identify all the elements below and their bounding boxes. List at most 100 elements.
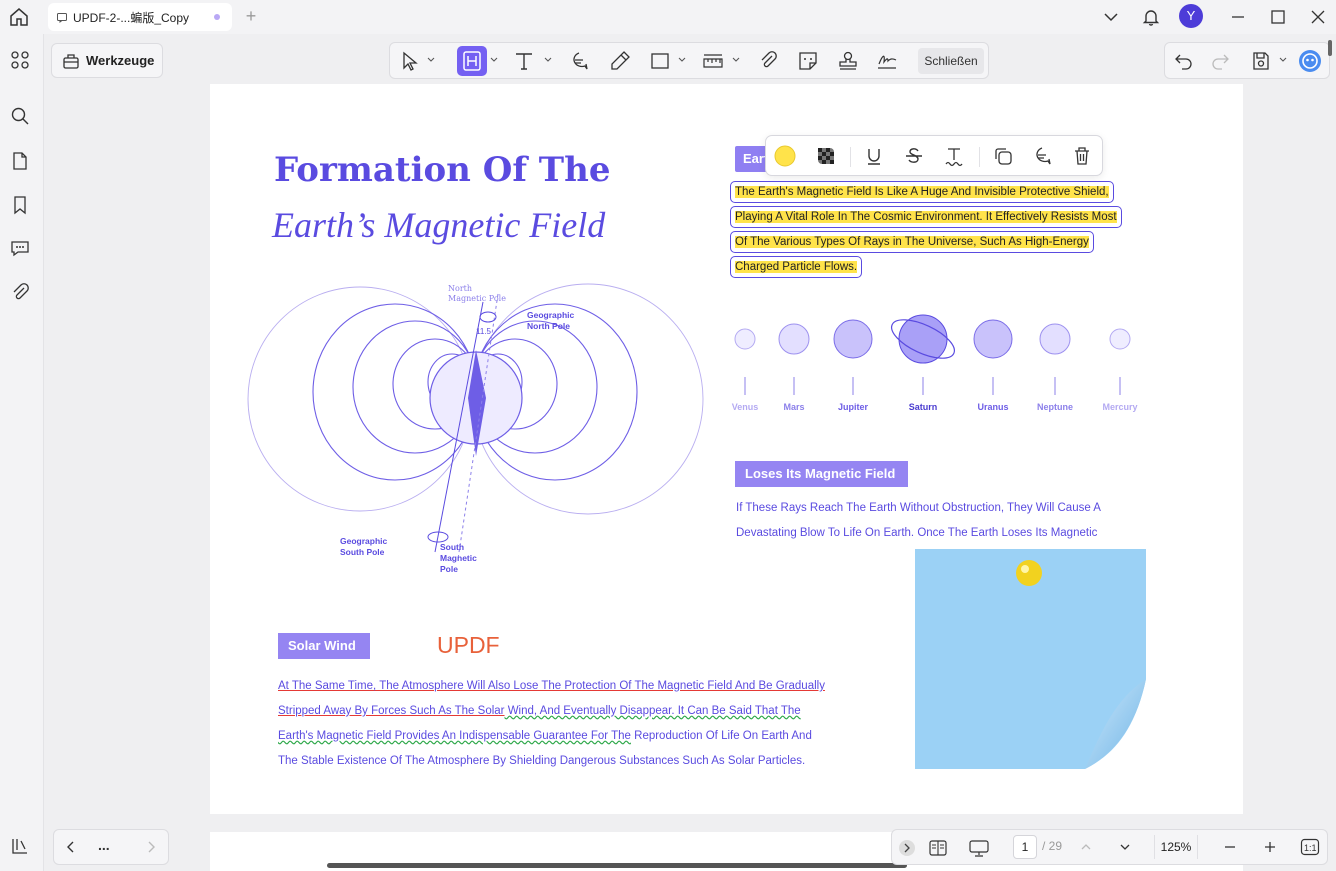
planet-label: Mars <box>783 402 804 412</box>
zoom-level[interactable]: 125% <box>1154 835 1198 859</box>
title-bar: UPDF-2-...蝙版_Copy + Y <box>0 0 1336 34</box>
tools-button[interactable]: Werkzeuge <box>51 43 163 78</box>
south-magnetic-label-2: Magnetic <box>440 553 477 563</box>
attachment-icon[interactable] <box>9 281 31 303</box>
geo-north-label-2: North Pole <box>527 321 570 331</box>
document-title-line-2: Earth’s Magnetic Field <box>272 205 606 245</box>
highlighter-icon <box>463 51 481 71</box>
underline-icon[interactable] <box>863 145 885 167</box>
comment-tool-icon[interactable] <box>567 49 591 73</box>
loses-text-line-2: Devastating Blow To Life On Earth. Once … <box>736 527 1098 539</box>
pencil-icon[interactable] <box>608 49 632 73</box>
stamp-icon[interactable] <box>836 49 860 73</box>
planet-label: Jupiter <box>838 402 869 412</box>
solar-text-line-4: The Stable Existence Of The Atmosphere B… <box>278 755 806 767</box>
search-icon[interactable] <box>9 105 31 127</box>
undo-icon[interactable] <box>1172 49 1196 73</box>
actual-size-icon[interactable]: 1:1 <box>1300 838 1320 856</box>
planet-label: Venus <box>732 402 759 412</box>
thumbnails-icon[interactable] <box>9 49 31 71</box>
annotation-toolbar: Schließen <box>389 42 989 79</box>
chevron-right-icon[interactable] <box>142 838 160 856</box>
page-down-icon[interactable] <box>1117 839 1133 855</box>
highlighted-line[interactable]: Of The Various Types Of Rays in The Univ… <box>730 231 1094 253</box>
bookmark-icon[interactable] <box>9 194 31 216</box>
geo-north-label-1: Geographic <box>527 310 575 320</box>
bell-icon[interactable] <box>1140 6 1162 28</box>
document-title-line-1: Formation Of The <box>274 150 611 190</box>
updf-stamp-text[interactable]: UPDF <box>437 632 500 659</box>
more-button[interactable]: ... <box>98 837 110 853</box>
text-tool-icon[interactable] <box>512 49 536 73</box>
unsaved-dot <box>214 14 220 20</box>
north-magnetic-label-1: North <box>448 284 472 293</box>
select-tool-icon[interactable] <box>398 49 422 73</box>
south-magnetic-label-3: Pole <box>440 564 458 574</box>
page-up-icon[interactable] <box>1078 839 1094 855</box>
highlighted-line[interactable]: Playing A Vital Role In The Cosmic Envir… <box>730 206 1122 228</box>
presentation-icon[interactable] <box>968 838 990 858</box>
save-icon[interactable] <box>1249 49 1273 73</box>
zoom-out-icon[interactable] <box>1222 839 1238 855</box>
planet-label: Neptune <box>1037 402 1073 412</box>
strikethrough-icon[interactable] <box>903 145 925 167</box>
toolbox-icon <box>63 53 79 69</box>
avatar[interactable]: Y <box>1179 4 1203 28</box>
total-pages: / 29 <box>1042 839 1063 853</box>
library-icon[interactable] <box>9 835 31 857</box>
chevron-down-icon[interactable] <box>1100 6 1122 28</box>
solar-text-line-1: At The Same Time, The Atmosphere Will Al… <box>278 680 825 692</box>
sticker-icon[interactable] <box>796 49 820 73</box>
close-tools-button[interactable]: Schließen <box>918 48 984 74</box>
page-layout-icon[interactable] <box>928 838 948 858</box>
delete-icon[interactable] <box>1071 145 1093 167</box>
current-page-input[interactable]: 1 <box>1013 835 1037 859</box>
opacity-icon[interactable] <box>815 145 837 167</box>
minimize-icon[interactable] <box>1227 6 1249 28</box>
chevron-down-icon[interactable] <box>678 57 686 63</box>
chevron-down-icon[interactable] <box>427 57 435 63</box>
loses-field-tag: Loses Its Magnetic Field <box>735 461 908 487</box>
comments-icon[interactable] <box>9 237 31 259</box>
pdf-page: Formation Of The Earth’s Magnetic Field … <box>210 84 1243 814</box>
loses-text-line-1: If These Rays Reach The Earth Without Ob… <box>736 502 1101 514</box>
shape-tool-icon[interactable] <box>648 49 672 73</box>
document-tab[interactable]: UPDF-2-...蝙版_Copy <box>48 3 232 31</box>
squiggly-icon[interactable] <box>943 145 965 167</box>
chevron-down-icon[interactable] <box>490 57 498 63</box>
geo-south-label-2: South Pole <box>340 547 385 557</box>
highlighted-text: The Earth's Magnetic Field Is Like A Hug… <box>735 186 1109 198</box>
chevron-left-icon[interactable] <box>62 838 80 856</box>
horizontal-scrollbar[interactable] <box>327 863 907 868</box>
redo-icon[interactable] <box>1208 49 1232 73</box>
chevron-down-icon[interactable] <box>1279 57 1287 63</box>
zoom-in-icon[interactable] <box>1262 839 1278 855</box>
north-magnetic-label-2: Magnetic Pole <box>448 294 506 303</box>
vertical-scrollbar[interactable] <box>1328 40 1332 56</box>
chevron-down-icon[interactable] <box>732 57 740 63</box>
highlighted-text: Charged Particle Flows. <box>735 261 858 273</box>
signature-icon[interactable] <box>875 49 899 73</box>
close-window-icon[interactable] <box>1307 6 1329 28</box>
highlighted-line[interactable]: Charged Particle Flows. <box>730 256 863 278</box>
sticky-note[interactable] <box>915 549 1147 771</box>
measure-tool-icon[interactable] <box>701 49 725 73</box>
new-tab-button[interactable]: + <box>242 6 260 26</box>
highlight-tool-button[interactable] <box>457 46 487 76</box>
ai-assistant-icon[interactable] <box>1298 49 1322 73</box>
solar-text-line-3: Earth's Magnetic Field Provides An Indis… <box>278 730 812 742</box>
maximize-icon[interactable] <box>1267 6 1289 28</box>
attachment-tool-icon[interactable] <box>756 49 780 73</box>
color-swatch-icon[interactable] <box>774 145 796 167</box>
home-icon[interactable] <box>8 6 30 28</box>
history-toolbar <box>1164 42 1330 79</box>
tools-label: Werkzeuge <box>86 53 155 68</box>
planets-illustration: Venus Mars Jupiter Saturn Uranus Neptune… <box>732 314 1138 412</box>
add-comment-icon[interactable] <box>1031 145 1053 167</box>
chevron-down-icon[interactable] <box>544 57 552 63</box>
copy-icon[interactable] <box>992 145 1014 167</box>
pages-icon[interactable] <box>9 150 31 172</box>
south-magnetic-label-1: South <box>440 542 464 552</box>
highlighted-line[interactable]: The Earth's Magnetic Field Is Like A Hug… <box>730 181 1114 203</box>
collapse-icon[interactable] <box>898 839 916 857</box>
